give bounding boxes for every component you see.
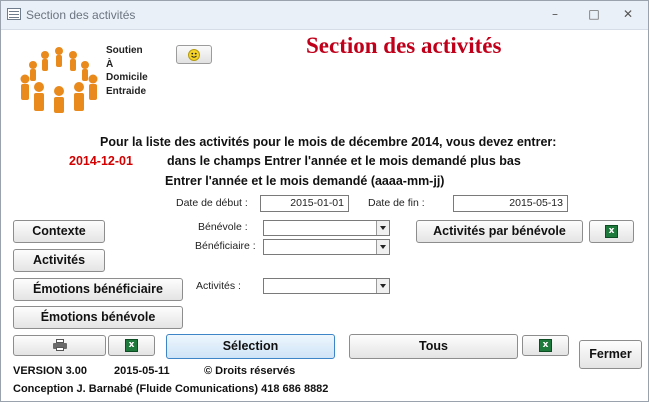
activites-label: Activités : (196, 280, 241, 292)
minimize-icon[interactable]: – (542, 4, 568, 24)
printer-icon (53, 339, 67, 351)
activites-button[interactable]: Activités (13, 249, 105, 272)
version-text: VERSION 3.00 (13, 365, 87, 377)
export-excel-button[interactable]: x (108, 335, 155, 356)
contexte-button[interactable]: Contexte (13, 220, 105, 243)
activites-select[interactable] (263, 278, 390, 294)
benevole-select[interactable] (263, 220, 390, 236)
chevron-down-icon[interactable] (376, 240, 389, 254)
window-title: Section des activités (26, 8, 136, 22)
instruction-line-3: Entrer l'année et le mois demandé (aaaa-… (165, 174, 445, 188)
version-date: 2015-05-11 (114, 365, 170, 377)
logo-people-circle-icon (15, 43, 103, 113)
benevole-label: Bénévole : (198, 221, 248, 233)
emotions-benevole-button[interactable]: Émotions bénévole (13, 306, 183, 329)
credits-text: Conception J. Barnabé (Fluide Comunicati… (13, 383, 329, 395)
instruction-line-2: dans le champs Entrer l'année et le mois… (167, 154, 521, 168)
form-icon (7, 8, 21, 20)
excel-icon: x (125, 339, 138, 352)
start-date-input[interactable]: 2015-01-01 (260, 195, 349, 212)
maximize-icon[interactable]: □ (581, 4, 607, 24)
excel-icon: x (605, 225, 618, 238)
activites-par-benevole-excel-button[interactable]: x (589, 220, 634, 243)
print-button[interactable] (13, 335, 106, 356)
title-bar: Section des activités – □ ✕ (1, 1, 648, 30)
example-date: 2014-12-01 (69, 154, 133, 168)
organization-name: Soutien À Domicile Entraide (106, 45, 148, 97)
start-date-label: Date de début : (176, 197, 248, 209)
beneficiaire-select[interactable] (263, 239, 390, 255)
activites-par-benevole-button[interactable]: Activités par bénévole (416, 220, 583, 243)
beneficiaire-label: Bénéficiaire : (195, 240, 256, 252)
chevron-down-icon[interactable] (376, 221, 389, 235)
rights-text: © Droits réservés (204, 365, 296, 377)
chevron-down-icon[interactable] (376, 279, 389, 293)
selection-button[interactable]: Sélection (166, 334, 335, 359)
smiley-icon (188, 49, 200, 61)
tous-button[interactable]: Tous (349, 334, 518, 359)
emotions-beneficiaire-button[interactable]: Émotions bénéficiaire (13, 278, 183, 301)
page-title: Section des activités (306, 33, 502, 58)
excel-icon: x (539, 339, 552, 352)
activities-form-window: Section des activités – □ ✕ Soutien À Do… (0, 0, 649, 402)
close-icon[interactable]: ✕ (615, 4, 641, 24)
tous-excel-button[interactable]: x (522, 335, 569, 356)
instruction-line-1: Pour la liste des activités pour le mois… (100, 135, 557, 149)
fermer-button[interactable]: Fermer (579, 340, 642, 369)
end-date-label: Date de fin : (368, 197, 425, 209)
smiley-button[interactable] (176, 45, 212, 64)
end-date-input[interactable]: 2015-05-13 (453, 195, 568, 212)
